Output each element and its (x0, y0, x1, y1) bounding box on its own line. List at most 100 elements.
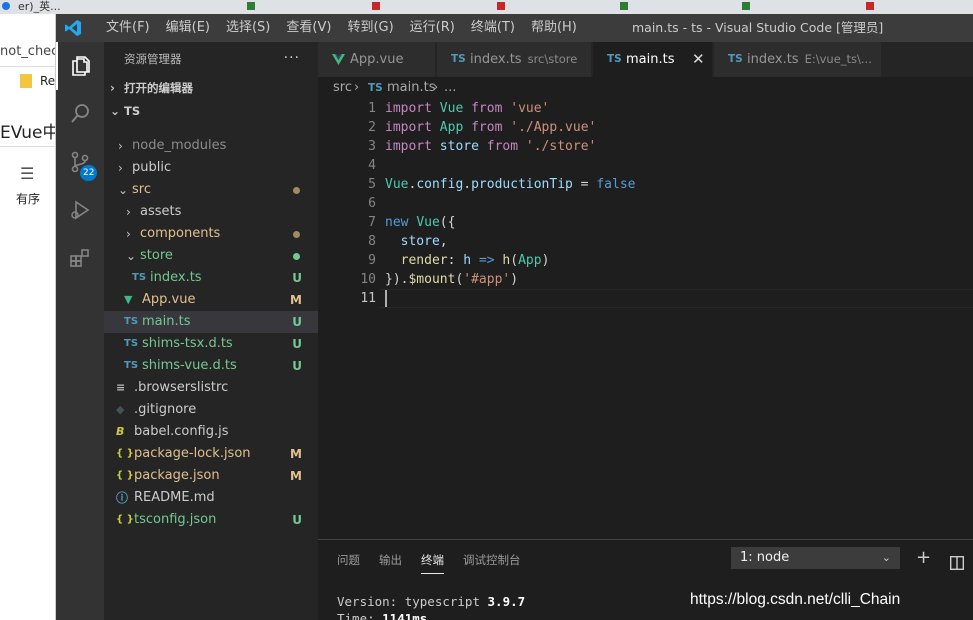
watermark: https://blog.csdn.net/clli_Chain (690, 591, 901, 608)
typescript-file-icon: TS (132, 272, 147, 283)
search-icon[interactable] (56, 90, 104, 138)
tree-item[interactable]: TS main.ts U (104, 311, 318, 333)
tree-item[interactable]: ≡ .browserslistrc (104, 377, 318, 399)
tree-item[interactable]: ◆ .gitignore (104, 399, 318, 421)
tree-item-label: store (140, 248, 173, 263)
menu-view[interactable]: 查看(V) (278, 14, 339, 42)
tree-item[interactable]: { } tsconfig.json U (104, 509, 318, 531)
browser-tab-favicon-icon (742, 2, 750, 10)
git-status-dot (293, 231, 300, 238)
chevron-down-icon: ⌄ (881, 551, 891, 564)
browser-tab-favicon-icon (497, 2, 505, 10)
tree-item[interactable]: TS index.ts U (104, 267, 318, 289)
code-line: import store from './store' (385, 139, 597, 154)
project-section[interactable]: ⌄ TS (104, 100, 318, 122)
browser-tab-favicon-icon (372, 2, 380, 10)
tree-item[interactable]: › assets (104, 201, 318, 223)
tree-item-label: main.ts (142, 314, 191, 329)
explorer-title: 资源管理器 (124, 52, 182, 66)
browser-tab-favicon-icon (620, 2, 628, 10)
tree-item-label: assets (140, 204, 182, 219)
line-number: 6 (368, 196, 376, 211)
line-number: 5 (368, 177, 376, 192)
tab-index-ts-external[interactable]: TS index.ts E:\vue_ts\... (714, 42, 882, 77)
code-editor[interactable]: 1 2 3 4 5 6 7 8 9 10 11 import Vue from … (318, 99, 973, 539)
explorer-header: 资源管理器 ··· (104, 42, 318, 77)
project-label: TS (124, 104, 141, 118)
text-cursor (385, 290, 387, 307)
git-status-badge: U (292, 337, 302, 351)
git-status-badge: U (292, 359, 302, 373)
source-control-icon[interactable]: 22 (56, 138, 104, 186)
explorer-sidebar: 资源管理器 ··· › 打开的编辑器 ⌄ TS › node_modules › pu… (104, 42, 318, 620)
tab-output[interactable]: 输出 (379, 546, 402, 574)
new-terminal-icon[interactable]: + (916, 546, 931, 570)
code-line: store, (400, 234, 448, 249)
menu-selection[interactable]: 选择(S) (218, 14, 278, 42)
more-actions-icon[interactable]: ··· (284, 42, 300, 75)
menu-terminal[interactable]: 终端(T) (463, 14, 523, 42)
extensions-icon[interactable] (56, 234, 104, 282)
screen: er)_英... not_chec Re EVue中 ☰ 有序 文件(F) 编辑… (0, 0, 973, 620)
tree-item[interactable]: ⌄ src (104, 179, 318, 201)
bookmark-label[interactable]: Re (40, 74, 55, 88)
tree-item[interactable]: ⌄ store (104, 245, 318, 267)
menu-edit[interactable]: 编辑(E) (158, 14, 218, 42)
background-text: not_chec (0, 44, 56, 59)
tree-item[interactable]: TS shims-vue.d.ts U (104, 355, 318, 377)
line-number: 9 (368, 253, 376, 268)
breadcrumb-file[interactable]: main.ts (387, 77, 435, 99)
vue-file-icon: ▼ (124, 293, 133, 306)
background-browser-tab[interactable]: er)_英... (14, 0, 61, 14)
menu-file[interactable]: 文件(F) (98, 14, 158, 42)
json-file-icon: { } (116, 448, 134, 459)
split-terminal-icon[interactable] (950, 551, 964, 575)
chevron-right-icon: › (110, 81, 115, 95)
terminal-line: Version: typescript 3.9.7 (337, 593, 525, 610)
tree-item[interactable]: › node_modules (104, 135, 318, 157)
menu-bar: 文件(F) 编辑(E) 选择(S) 查看(V) 转到(G) 运行(R) 终端(T… (98, 14, 585, 42)
tree-item[interactable]: { } package-lock.json M (104, 443, 318, 465)
tree-item[interactable]: › public (104, 157, 318, 179)
ordered-list-icon[interactable]: ☰ (20, 164, 34, 183)
tree-item-label: public (132, 160, 172, 175)
tree-item[interactable]: { } package.json M (104, 465, 318, 487)
tree-item[interactable]: ⓘ README.md (104, 487, 318, 509)
typescript-file-icon: TS (368, 82, 383, 94)
line-number: 1 (368, 101, 376, 116)
tree-item[interactable]: › components (104, 223, 318, 245)
tab-label: main.ts (626, 52, 675, 67)
chevron-right-icon: › (118, 139, 123, 153)
tab-app-vue[interactable]: App.vue (318, 42, 436, 77)
menu-help[interactable]: 帮助(H) (523, 14, 585, 42)
tree-item-label: index.ts (150, 270, 202, 285)
tab-label: index.ts (747, 52, 799, 67)
tab-debug-console[interactable]: 调试控制台 (463, 546, 521, 574)
explorer-icon[interactable] (56, 42, 104, 90)
tab-terminal[interactable]: 终端 (421, 546, 444, 574)
tree-item[interactable]: Bbabel.config.js (104, 421, 318, 443)
git-status-badge: M (290, 447, 302, 461)
tab-index-ts-store[interactable]: TS index.ts src\store (437, 42, 592, 77)
close-icon[interactable]: ✕ (692, 42, 705, 77)
breadcrumb-symbols[interactable]: ... (444, 77, 456, 99)
menu-go[interactable]: 转到(G) (339, 14, 401, 42)
current-line-highlight (380, 289, 973, 308)
typescript-file-icon: TS (728, 53, 743, 65)
code-line: new Vue({ (385, 215, 456, 230)
menu-run[interactable]: 运行(R) (402, 14, 463, 42)
typescript-file-icon: TS (607, 53, 622, 65)
breadcrumb-folder[interactable]: src (333, 77, 352, 99)
open-editors-section[interactable]: › 打开的编辑器 (104, 77, 318, 99)
tree-item[interactable]: TS shims-tsx.d.ts U (104, 333, 318, 355)
git-file-icon: ◆ (116, 403, 125, 416)
terminal-select[interactable]: 1: node ⌄ (731, 547, 900, 569)
typescript-file-icon: TS (124, 316, 139, 327)
tab-main-ts[interactable]: TS main.ts ✕ (593, 42, 713, 77)
open-editors-label: 打开的编辑器 (124, 81, 193, 95)
tree-item[interactable]: ▼ App.vue M (104, 289, 318, 311)
run-debug-icon[interactable] (56, 186, 104, 234)
tab-problems[interactable]: 问题 (337, 546, 360, 574)
window-title: main.ts - ts - Visual Studio Code [管理员] (632, 20, 884, 35)
code-line: Vue.config.productionTip = false (385, 177, 636, 192)
